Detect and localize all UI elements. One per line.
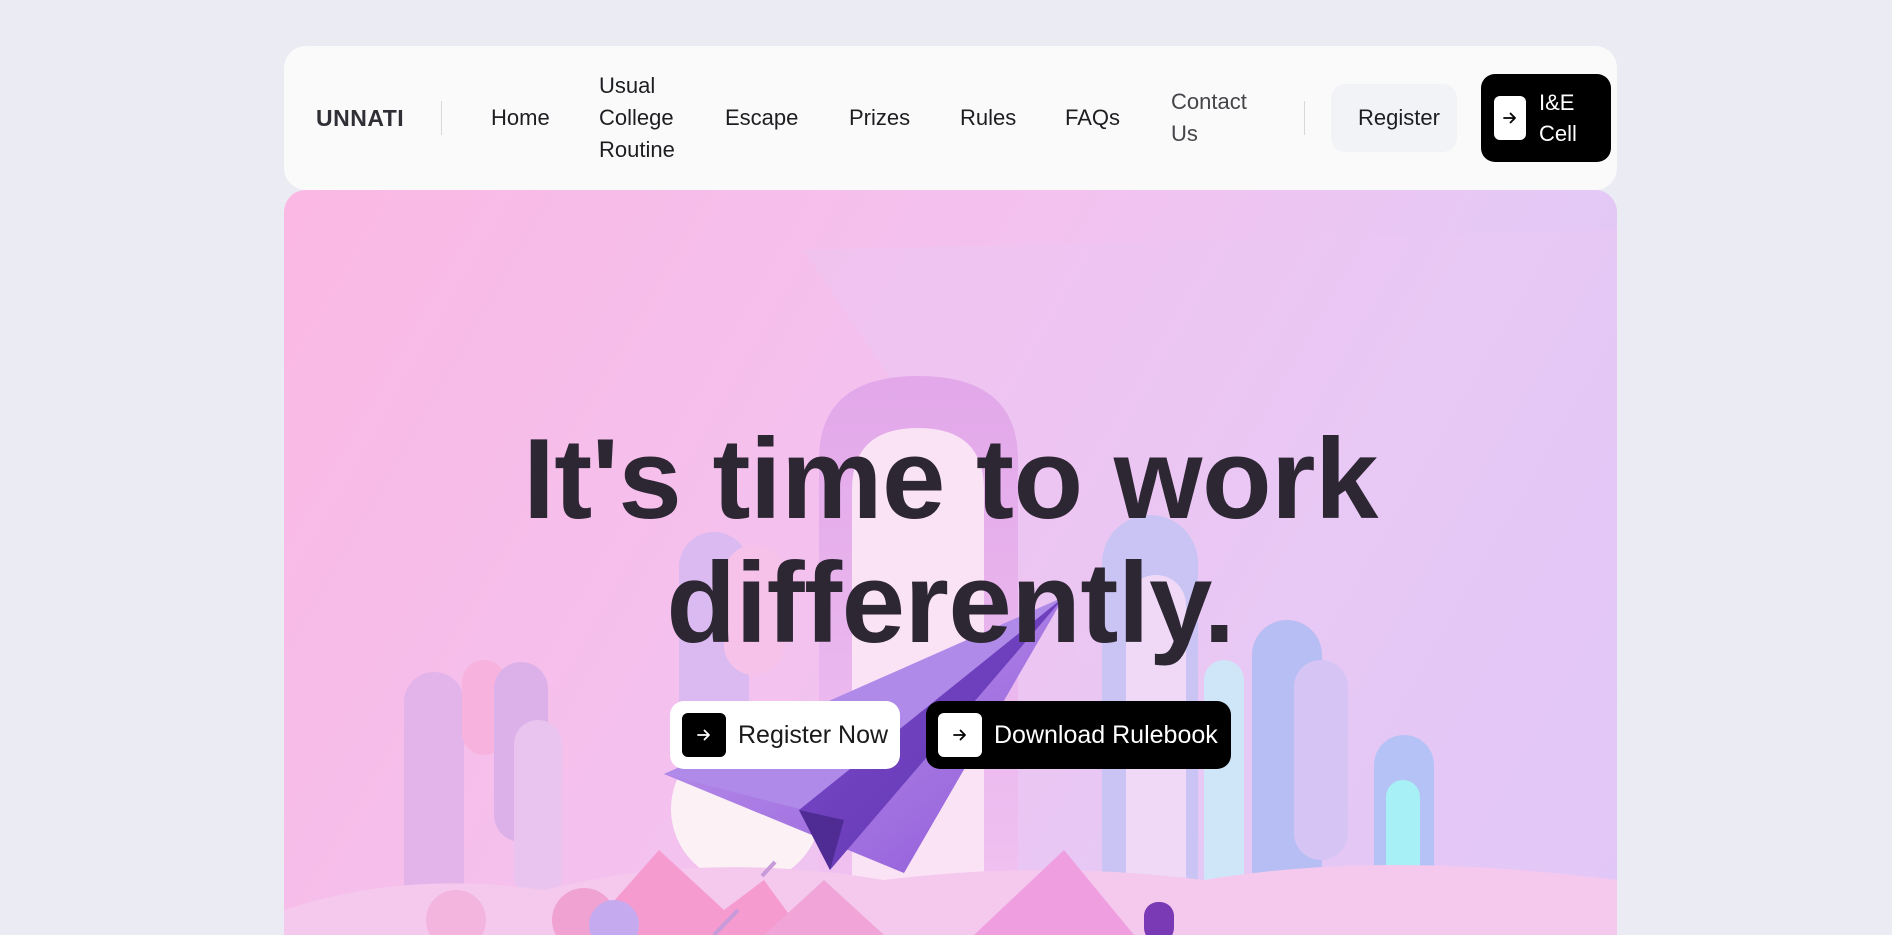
top-navbar: UNNATI Home Usual College Routine Escape… xyxy=(284,46,1617,190)
nav-divider-left xyxy=(441,101,442,135)
hero-headline-line1: It's time to work xyxy=(523,416,1378,543)
register-now-icon-box xyxy=(682,713,726,757)
register-now-label: Register Now xyxy=(738,720,889,749)
nav-divider-right xyxy=(1304,101,1305,135)
register-button-label: Register xyxy=(1358,105,1440,130)
nav-link-home[interactable]: Home xyxy=(491,102,550,134)
arrow-right-icon xyxy=(1503,112,1516,124)
nav-link-rules[interactable]: Rules xyxy=(960,102,1016,134)
register-button[interactable]: Register xyxy=(1331,84,1457,152)
nav-link-prizes[interactable]: Prizes xyxy=(849,102,910,134)
logo-text: UNNATI xyxy=(316,106,404,128)
ie-cell-label: I&E Cell xyxy=(1539,90,1577,146)
ie-cell-icon-box xyxy=(1494,96,1526,140)
nav-link-escape[interactable]: Escape xyxy=(725,102,798,134)
nav-link-usual-college-routine[interactable]: Usual College Routine xyxy=(599,70,683,166)
unnati-logo[interactable]: UNNATI xyxy=(316,106,414,128)
download-rulebook-label: Download Rulebook xyxy=(994,720,1218,749)
download-rulebook-button[interactable]: Download Rulebook xyxy=(926,701,1231,769)
nav-link-contact-us[interactable]: Contact Us xyxy=(1171,86,1259,150)
nav-link-faqs[interactable]: FAQs xyxy=(1065,102,1120,134)
hero-headline: It's time to work differently. xyxy=(284,418,1617,666)
hero-headline-line2: differently. xyxy=(666,540,1235,667)
hero-section: It's time to work differently. Register … xyxy=(284,190,1617,935)
arrow-right-icon xyxy=(953,729,966,741)
register-now-button[interactable]: Register Now xyxy=(670,701,900,769)
ie-cell-button[interactable]: I&E Cell xyxy=(1481,74,1611,162)
arrow-right-icon xyxy=(697,729,710,741)
download-rulebook-icon-box xyxy=(938,713,982,757)
